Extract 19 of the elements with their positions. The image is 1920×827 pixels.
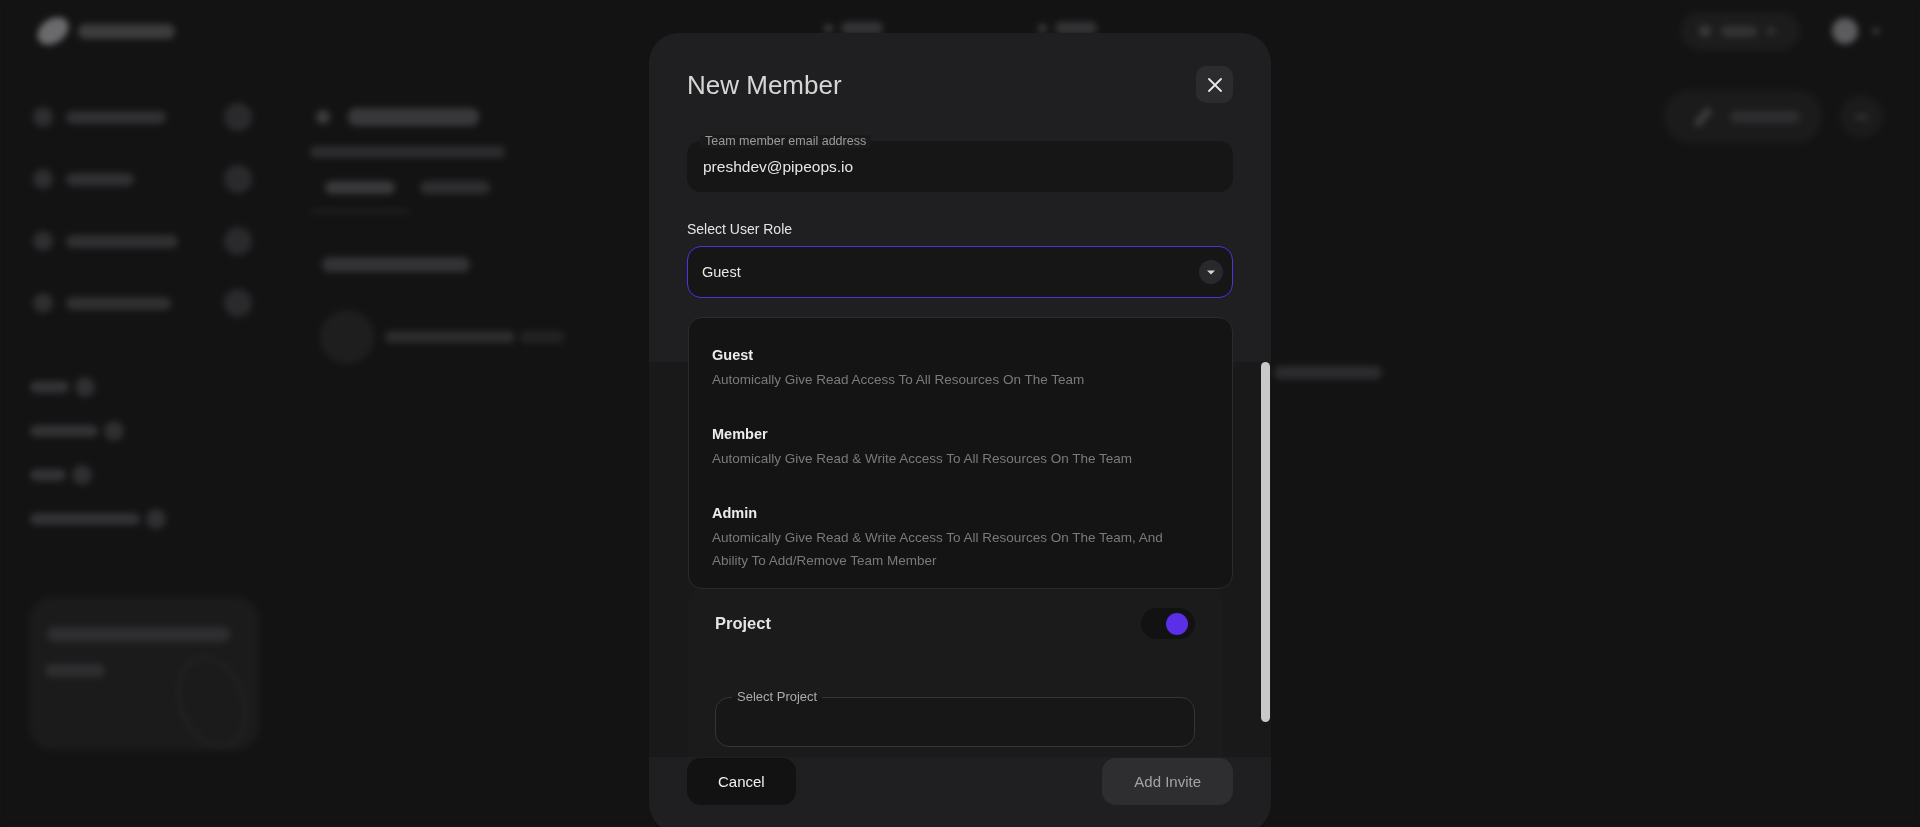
project-toggle[interactable] <box>1141 608 1195 639</box>
role-option-description: Automically Give Read & Write Access To All Resources On The Team, And Ability To Add/Remove Team Member <box>712 529 1164 570</box>
project-select-field[interactable]: Select Project <box>715 689 1195 747</box>
role-option-description: Automically Give Read & Write Access To All Resources On The Team <box>712 450 1132 468</box>
role-select-label: Select User Role <box>687 221 793 238</box>
close-button[interactable] <box>1196 66 1233 103</box>
role-option-description: Automically Give Read Access To All Resources On The Team <box>712 371 1085 389</box>
role-option-title[interactable]: Guest <box>712 346 754 364</box>
scrollbar-thumb[interactable] <box>1261 362 1270 722</box>
email-field-label: Team member email address <box>700 135 872 148</box>
caret-icon <box>1199 260 1223 284</box>
dialog-title: New Member <box>687 69 842 100</box>
cancel-button[interactable]: Cancel <box>687 758 796 805</box>
role-option-title[interactable]: Admin <box>712 504 758 522</box>
role-select[interactable]: Guest <box>687 246 1233 298</box>
project-select-label: Select Project <box>736 689 819 705</box>
close-icon <box>1207 77 1222 92</box>
project-label: Project <box>715 614 771 633</box>
role-option-title[interactable]: Member <box>712 425 768 443</box>
